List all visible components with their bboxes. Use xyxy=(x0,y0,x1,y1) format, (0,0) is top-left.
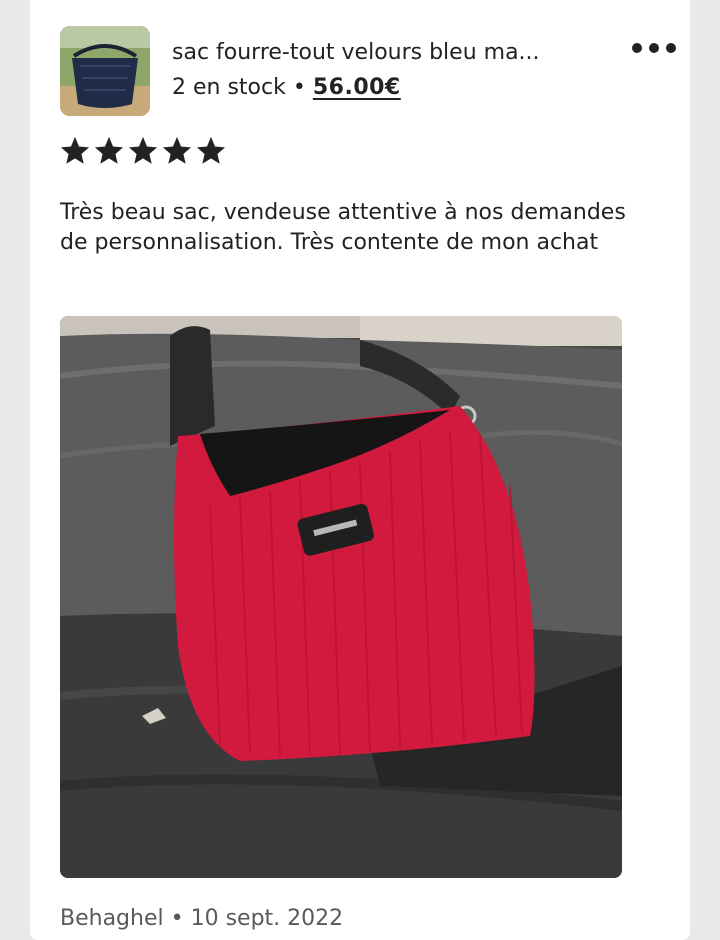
separator-dot: • xyxy=(292,75,306,100)
listing-thumbnail[interactable] xyxy=(60,26,150,116)
listing-price[interactable]: 56.00€ xyxy=(313,75,401,100)
rating-stars xyxy=(60,136,226,172)
review-meta: Behaghel • 10 sept. 2022 xyxy=(60,906,343,931)
review-photo-image xyxy=(60,316,622,878)
more-horizontal-icon xyxy=(632,43,642,53)
review-text: Très beau sac, vendeuse attentive à nos … xyxy=(60,200,626,255)
listing-header[interactable]: sac fourre-tout velours bleu ma... 2 en … xyxy=(60,26,676,118)
separator-dot: • xyxy=(170,906,184,931)
star-filled-icon xyxy=(196,136,226,164)
review-date: 10 sept. 2022 xyxy=(190,906,344,931)
star-filled-icon xyxy=(60,136,90,164)
star-filled-icon xyxy=(162,136,192,164)
reviewer-name[interactable]: Behaghel xyxy=(60,906,164,931)
stock-count: 2 en stock xyxy=(172,75,286,100)
listing-stock-price: 2 en stock • 56.00€ xyxy=(172,75,401,100)
review-card: sac fourre-tout velours bleu ma... 2 en … xyxy=(30,0,690,940)
more-horizontal-icon xyxy=(649,43,659,53)
more-options-button[interactable] xyxy=(632,36,676,60)
review-photo[interactable] xyxy=(60,316,622,878)
listing-title[interactable]: sac fourre-tout velours bleu ma... xyxy=(172,40,592,65)
more-horizontal-icon xyxy=(666,43,676,53)
star-filled-icon xyxy=(94,136,124,164)
star-filled-icon xyxy=(128,136,158,164)
